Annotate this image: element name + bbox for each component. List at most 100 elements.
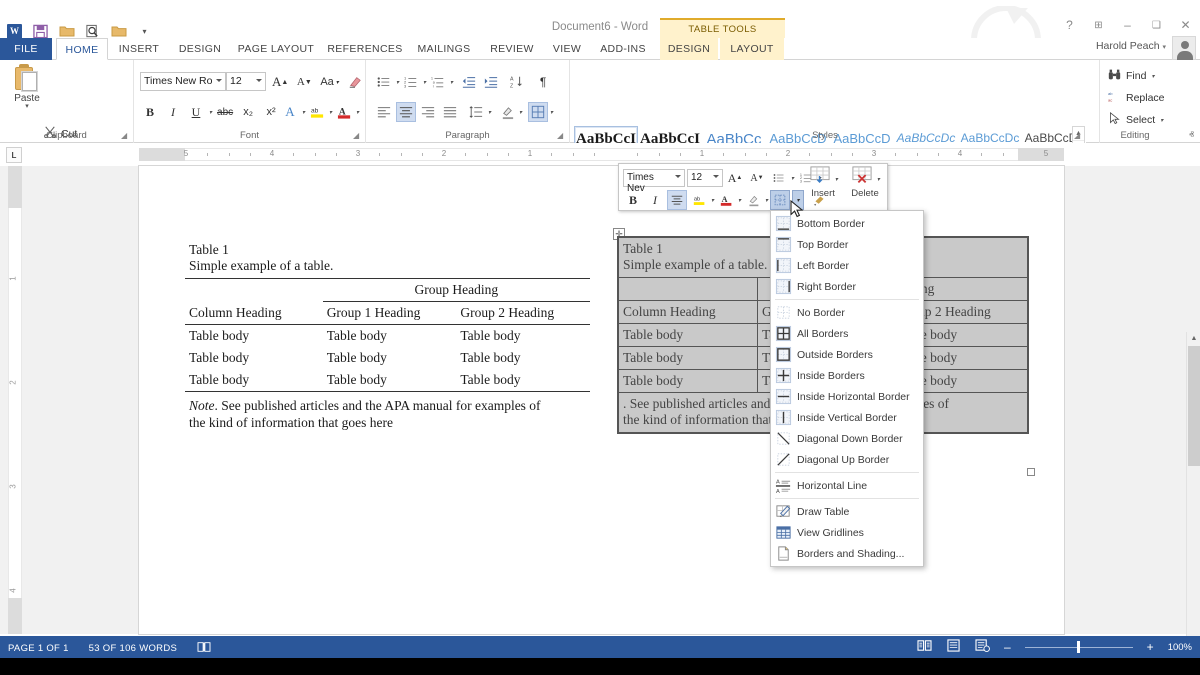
web-layout-icon[interactable] xyxy=(975,639,990,655)
paste-caret-icon[interactable]: ▾ xyxy=(8,104,46,110)
find-button[interactable]: Find ▾ xyxy=(1108,68,1154,84)
bold-button[interactable]: B xyxy=(140,102,160,122)
table-row[interactable]: Table body Table body Table body xyxy=(185,347,590,369)
sort-icon[interactable]: AZ xyxy=(507,72,527,92)
page-indicator[interactable]: PAGE 1 OF 1 xyxy=(8,643,69,654)
scrollbar-thumb[interactable] xyxy=(1188,346,1200,466)
menu-item-inside-horizontal-border[interactable]: Inside Horizontal Border xyxy=(771,386,923,407)
mini-italic-button[interactable]: I xyxy=(645,190,665,210)
mini-font-name-caret-icon[interactable] xyxy=(675,175,681,178)
mini-font-color-caret-icon[interactable]: ▾ xyxy=(738,197,741,204)
ruler-text-area[interactable] xyxy=(185,148,1018,161)
menu-item-right-border[interactable]: Right Border xyxy=(771,276,923,297)
mini-delete-button[interactable]: ▾ Delete xyxy=(849,166,881,199)
text-highlight-button[interactable]: ab xyxy=(307,102,327,122)
shading-icon[interactable] xyxy=(497,102,517,122)
mini-toolbar[interactable]: Times Nev 12 A▲ A▼ ▾ 123 ▾ B I xyxy=(618,163,888,211)
grow-font-button[interactable]: A▲ xyxy=(270,72,290,92)
borders-caret-icon[interactable]: ▾ xyxy=(550,109,553,116)
mini-bullets-icon[interactable] xyxy=(769,168,789,188)
text-effects-button[interactable]: A xyxy=(280,102,300,122)
tab-insert[interactable]: INSERT xyxy=(112,38,166,60)
mini-font-size-combobox[interactable]: 12 xyxy=(687,169,723,187)
shading-caret-icon[interactable]: ▾ xyxy=(519,109,522,116)
decrease-indent-icon[interactable] xyxy=(459,72,479,92)
avatar[interactable] xyxy=(1172,36,1196,60)
table-1[interactable]: Table 1 Simple example of a table. Group… xyxy=(185,242,590,432)
tab-view[interactable]: VIEW xyxy=(546,38,588,60)
tab-home[interactable]: HOME xyxy=(56,38,108,60)
replace-button[interactable]: abac Replace xyxy=(1108,90,1165,106)
menu-item-inside-vertical-border[interactable]: Inside Vertical Border xyxy=(771,407,923,428)
align-right-icon[interactable] xyxy=(418,102,438,122)
menu-item-inside-borders[interactable]: Inside Borders xyxy=(771,365,923,386)
mini-bullets-caret-icon[interactable]: ▾ xyxy=(791,175,794,182)
tab-references[interactable]: REFERENCES xyxy=(324,38,406,60)
change-case-button[interactable]: Aa ▾ xyxy=(318,72,340,92)
menu-item-view-gridlines[interactable]: View Gridlines xyxy=(771,522,923,543)
increase-indent-icon[interactable] xyxy=(481,72,501,92)
document-canvas[interactable]: 1 2 3 4 Table 1 Simple example of a tabl… xyxy=(0,166,1200,634)
select-caret-icon[interactable]: ▾ xyxy=(1160,117,1163,124)
table-row[interactable]: Table body Table body Table body xyxy=(185,325,590,348)
tab-page-layout[interactable]: PAGE LAYOUT xyxy=(234,38,318,60)
line-spacing-icon[interactable] xyxy=(466,102,486,122)
table-row[interactable]: Group Heading xyxy=(185,279,590,302)
scroll-up-icon[interactable]: ▲ xyxy=(1187,332,1200,346)
menu-item-no-border[interactable]: No Border xyxy=(771,302,923,323)
zoom-level-label[interactable]: 100% xyxy=(1168,642,1192,653)
justify-icon[interactable] xyxy=(440,102,460,122)
read-mode-icon[interactable] xyxy=(917,639,932,655)
line-spacing-caret-icon[interactable]: ▾ xyxy=(488,109,491,116)
numbering-caret-icon[interactable]: ▾ xyxy=(423,79,426,86)
clear-formatting-icon[interactable] xyxy=(345,72,365,92)
strikethrough-button[interactable]: abc xyxy=(215,102,235,122)
zoom-slider[interactable] xyxy=(1025,640,1133,654)
italic-button[interactable]: I xyxy=(163,102,183,122)
minimize-button[interactable]: – xyxy=(1121,18,1134,32)
close-button[interactable]: ✕ xyxy=(1179,18,1192,32)
tab-table-design[interactable]: DESIGN xyxy=(660,38,718,60)
vertical-ruler[interactable]: 1 2 3 4 xyxy=(8,166,22,634)
numbering-icon[interactable]: 123 xyxy=(401,72,421,92)
multilevel-caret-icon[interactable]: ▾ xyxy=(450,79,453,86)
styles-dialog-launcher[interactable]: ◢ xyxy=(1074,131,1083,140)
mini-highlight-button[interactable]: ab xyxy=(689,190,709,210)
mini-shading-icon[interactable] xyxy=(743,190,763,210)
tab-review[interactable]: REVIEW xyxy=(484,38,540,60)
tab-file[interactable]: FILE xyxy=(0,38,52,60)
tab-mailings[interactable]: MAILINGS xyxy=(410,38,478,60)
text-effects-caret-icon[interactable]: ▾ xyxy=(302,109,305,116)
superscript-button[interactable]: x² xyxy=(261,102,281,122)
ribbon-tab-strip[interactable]: FILE HOME INSERT DESIGN PAGE LAYOUT REFE… xyxy=(0,38,1200,60)
table-resize-handle[interactable] xyxy=(1027,468,1035,476)
status-b`ar[interactable]: PAGE 1 OF 1 53 OF 106 WORDS – + 100% xyxy=(0,636,1200,658)
table-row[interactable]: Column Heading Group 1 Heading Group 2 H… xyxy=(185,302,590,325)
font-color-button[interactable]: A xyxy=(334,102,354,122)
document-page[interactable]: Table 1 Simple example of a table. Group… xyxy=(139,166,1064,634)
find-caret-icon[interactable]: ▾ xyxy=(1151,73,1154,80)
collapse-ribbon-button[interactable]: ⱏ xyxy=(1189,130,1194,141)
menu-item-all-borders[interactable]: All Borders xyxy=(771,323,923,344)
mini-grow-font-button[interactable]: A▲ xyxy=(725,168,745,188)
tab-table-layout[interactable]: LAYOUT xyxy=(720,38,784,60)
mini-insert-button[interactable]: ▾ Insert xyxy=(807,166,839,199)
menu-item-outside-borders[interactable]: Outside Borders xyxy=(771,344,923,365)
align-center-icon[interactable] xyxy=(396,102,416,122)
horizontal-ruler[interactable]: 5 4 3 2 1 1 2 3 4 5 xyxy=(0,143,1200,166)
vertical-scrollbar[interactable]: ▲ ▼ xyxy=(1186,332,1200,675)
mini-font-color-button[interactable]: A xyxy=(716,190,736,210)
print-layout-icon[interactable] xyxy=(946,639,961,655)
mini-borders-icon[interactable] xyxy=(770,190,790,210)
mini-bold-button[interactable]: B xyxy=(623,190,643,210)
tab-stop-selector[interactable]: L xyxy=(6,147,22,163)
mini-align-center-icon[interactable] xyxy=(667,190,687,210)
zoom-in-button[interactable]: + xyxy=(1147,640,1154,654)
mini-font-size-caret-icon[interactable] xyxy=(713,175,719,178)
select-button[interactable]: Select ▾ xyxy=(1108,112,1163,128)
help-button[interactable]: ? xyxy=(1063,18,1076,32)
menu-item-borders-and-shading[interactable]: Borders and Shading... xyxy=(771,543,923,564)
bullets-icon[interactable] xyxy=(374,72,394,92)
ruler-left-margin[interactable] xyxy=(139,148,185,161)
align-left-icon[interactable] xyxy=(374,102,394,122)
